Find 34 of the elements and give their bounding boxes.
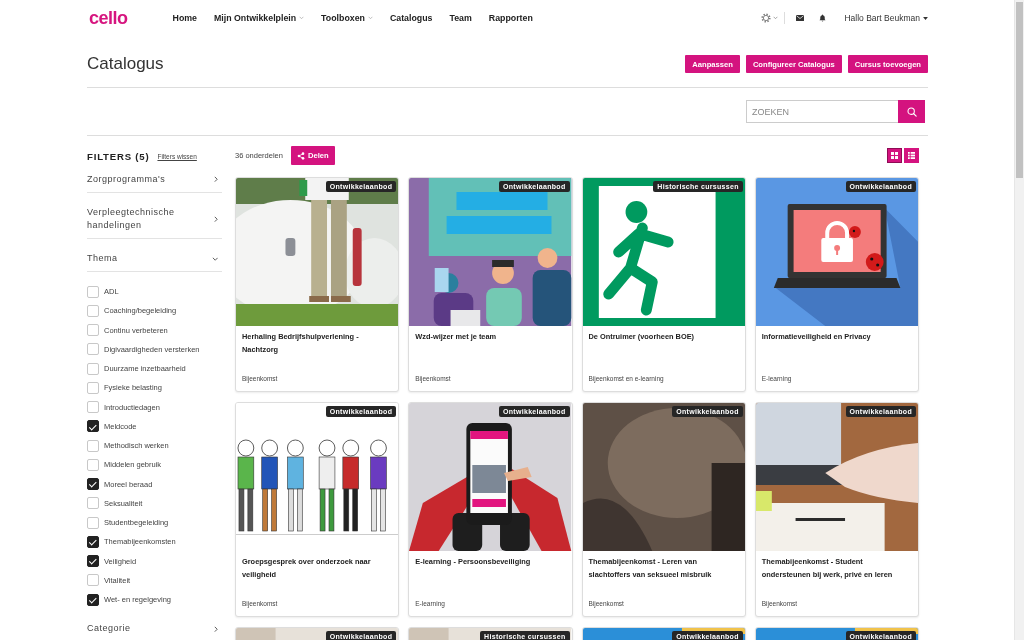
scrollbar-thumb[interactable] xyxy=(1016,2,1023,178)
nav-link[interactable]: Rapporten xyxy=(488,13,533,23)
caret-down-icon xyxy=(923,16,928,20)
bell-icon[interactable] xyxy=(819,14,827,22)
filter-group-header[interactable]: Thema xyxy=(87,245,222,272)
checkbox[interactable] xyxy=(87,535,99,548)
nav-link[interactable]: Mijn Ontwikkelplein xyxy=(214,13,305,23)
filter-group-header[interactable]: Verpleegtechnische handelingen xyxy=(87,199,222,239)
search-button[interactable] xyxy=(898,100,925,123)
checkbox[interactable] xyxy=(87,555,99,568)
nav-link[interactable]: Home xyxy=(172,13,197,23)
chevron-down-icon xyxy=(773,16,779,20)
search-field[interactable]: ZOEKEN xyxy=(746,100,898,123)
filters-heading: FILTERS (5) xyxy=(87,150,150,162)
settings-button[interactable] xyxy=(761,13,779,23)
logo[interactable]: cello xyxy=(88,6,129,30)
share-icon xyxy=(296,151,305,160)
filter-group-header[interactable]: Zorgprogramma's xyxy=(87,166,222,193)
gear-icon xyxy=(761,13,772,23)
grid-icon xyxy=(891,152,898,159)
envelope-icon[interactable] xyxy=(796,15,805,21)
nav-link[interactable]: Toolboxen xyxy=(321,13,373,23)
list-icon xyxy=(908,152,915,159)
checkbox[interactable] xyxy=(87,478,99,491)
page-title: Catalogus xyxy=(87,54,164,74)
checkbox[interactable] xyxy=(87,593,99,606)
nav-link[interactable]: Team xyxy=(449,13,472,23)
grid-view-button[interactable] xyxy=(887,148,902,163)
checkbox[interactable] xyxy=(87,420,99,433)
user-menu[interactable]: Hallo Bart Beukman xyxy=(844,13,928,23)
search-icon xyxy=(906,106,917,117)
nav-link[interactable]: Catalogus xyxy=(389,13,433,23)
filter-group-header[interactable]: Categorie xyxy=(87,615,222,640)
list-view-button[interactable] xyxy=(904,148,919,163)
